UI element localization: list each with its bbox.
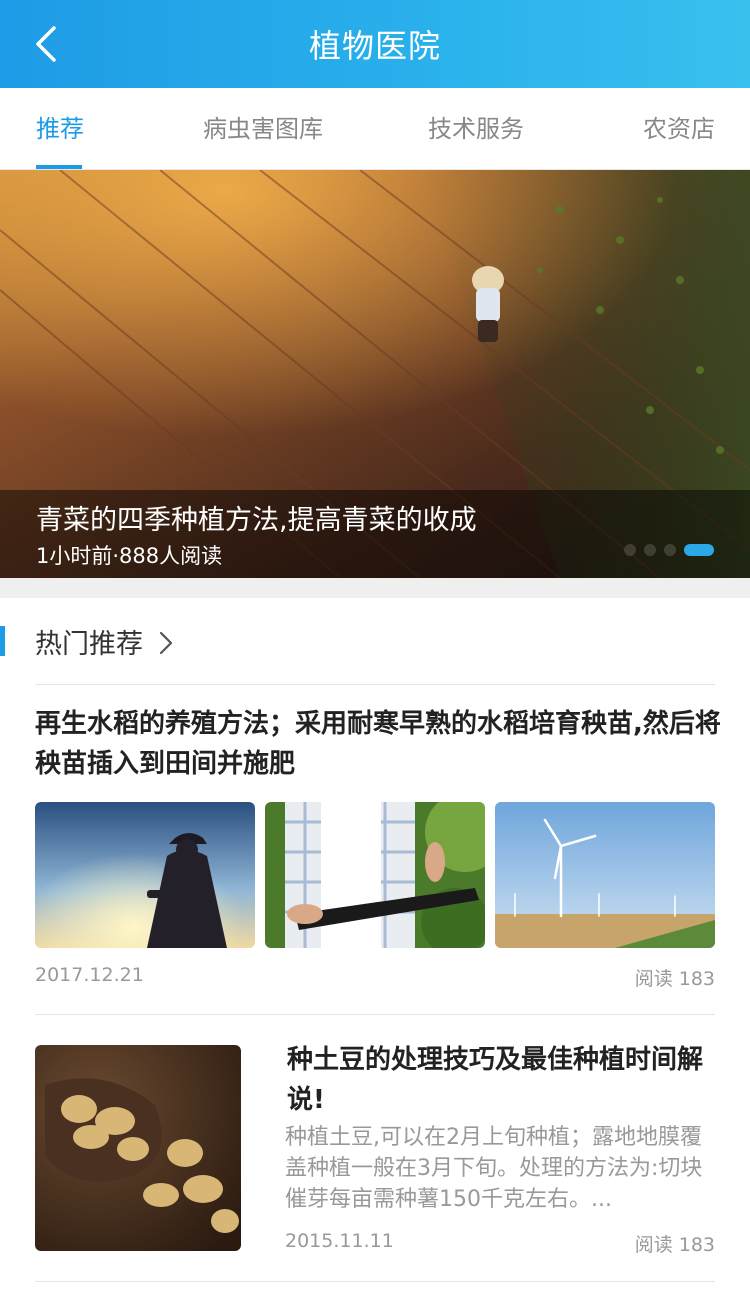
article-date: 2017.12.21: [35, 964, 144, 986]
tab-pest-gallery[interactable]: 病虫害图库: [203, 88, 323, 170]
divider: [35, 1281, 715, 1282]
divider: [35, 1014, 715, 1015]
section-accent-bar: [0, 626, 5, 656]
tab-bar: 推荐 病虫害图库 技术服务 农资店: [0, 88, 750, 170]
tab-tech-service[interactable]: 技术服务: [428, 88, 524, 170]
carousel-dot-active[interactable]: [684, 544, 714, 556]
back-button[interactable]: [20, 18, 72, 70]
tab-recommend[interactable]: 推荐: [36, 88, 84, 170]
carousel-dot[interactable]: [644, 544, 656, 556]
app-header: 植物医院: [0, 0, 750, 88]
active-tab-indicator: [36, 165, 82, 169]
article-title[interactable]: 再生水稻的养殖方法；采用耐寒早熟的水稻培育秧苗,然后将秧苗插入到田间并施肥: [35, 704, 725, 784]
banner-meta: 1小时前·888人阅读: [36, 544, 223, 568]
article-image-tablet[interactable]: [265, 802, 485, 948]
article-image-farmer[interactable]: [35, 802, 255, 948]
banner-title: 青菜的四季种植方法,提高青菜的收成: [36, 505, 477, 536]
carousel-dot[interactable]: [664, 544, 676, 556]
carousel-indicator: [624, 544, 714, 556]
chevron-right-icon[interactable]: [158, 630, 174, 656]
carousel-dot[interactable]: [624, 544, 636, 556]
page-title: 植物医院: [308, 27, 441, 65]
section-spacer: [0, 578, 750, 598]
article-image-turbines[interactable]: [495, 802, 715, 948]
divider: [35, 684, 715, 685]
article-image-potatoes[interactable]: [35, 1045, 241, 1251]
article-read-count: 阅读 183: [634, 968, 715, 990]
section-title[interactable]: 热门推荐: [35, 622, 143, 661]
article-date: 2015.11.11: [285, 1230, 394, 1252]
article-summary: 种植土豆,可以在2月上旬种植；露地地膜覆盖种植一般在3月下旬。处理的方法为:切块…: [285, 1125, 703, 1212]
article-read-count: 阅读 183: [634, 1234, 715, 1256]
article-title[interactable]: 种土豆的处理技巧及最佳种植时间解说!: [287, 1040, 717, 1120]
tab-agri-store[interactable]: 农资店: [643, 88, 715, 170]
chevron-left-icon: [36, 26, 56, 62]
